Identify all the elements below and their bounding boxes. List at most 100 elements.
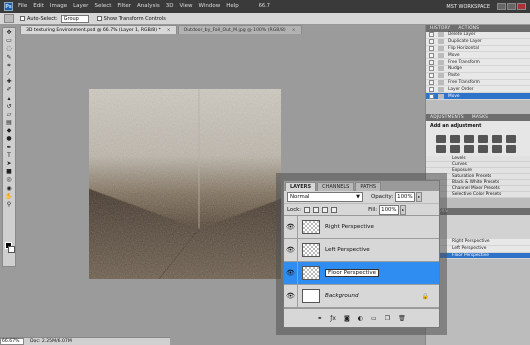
menu-view[interactable]: View	[179, 0, 192, 13]
snapshot-checkbox[interactable]	[429, 86, 434, 92]
zoom-level-field[interactable]: 66.67%	[0, 338, 24, 345]
eye-icon[interactable]: 👁	[284, 284, 298, 308]
eye-icon[interactable]: 👁	[284, 261, 298, 285]
layer-row-floor-perspective[interactable]: 👁 Floor Perspective	[284, 261, 439, 285]
menu-edit[interactable]: Edit	[33, 0, 44, 13]
marquee-tool-icon[interactable]: ▭	[4, 37, 14, 44]
close-tab-icon[interactable]: ×	[167, 28, 171, 33]
workspace-switcher[interactable]: MST WORKSPACE	[446, 4, 490, 10]
close-button[interactable]	[517, 3, 526, 10]
opacity-slider-button[interactable]: ▸	[416, 192, 423, 202]
lock-position-icon[interactable]	[322, 206, 329, 213]
lock-image-icon[interactable]	[313, 206, 320, 213]
tab-actions[interactable]: ACTIONS	[458, 26, 479, 31]
lock-transparency-icon[interactable]	[304, 206, 311, 213]
eye-icon[interactable]: 👁	[284, 215, 298, 239]
snapshot-checkbox[interactable]	[429, 45, 434, 51]
zoom-tool-icon[interactable]: ⚲	[4, 201, 14, 208]
snapshot-checkbox[interactable]	[429, 59, 434, 65]
gradient-tool-icon[interactable]: ▤	[4, 119, 14, 126]
mini-layer-item-selected[interactable]: Floor Perspective	[426, 252, 530, 260]
eye-icon[interactable]: 👁	[284, 238, 298, 262]
stamp-tool-icon[interactable]: ▴	[4, 95, 14, 102]
levels-icon[interactable]	[450, 134, 460, 143]
history-item[interactable]: Delete Layer	[426, 32, 530, 39]
layer-style-icon[interactable]: ƒx	[330, 315, 336, 322]
crop-tool-icon[interactable]: ⌗	[4, 62, 14, 69]
layer-row-left-perspective[interactable]: 👁 Left Perspective	[284, 238, 439, 262]
posterize-icon[interactable]	[506, 144, 516, 153]
auto-select-checkbox[interactable]	[20, 16, 25, 21]
blend-mode-dropdown[interactable]: Normal ▼	[287, 192, 363, 202]
snapshot-checkbox[interactable]	[429, 39, 434, 45]
type-tool-icon[interactable]: T	[4, 152, 14, 159]
dodge-tool-icon[interactable]: ●	[4, 135, 14, 142]
tab-adjustments[interactable]: ADJUSTMENTS	[430, 115, 464, 120]
menu-file[interactable]: File	[18, 0, 27, 13]
history-brush-tool-icon[interactable]: ↺	[4, 103, 14, 110]
link-layers-icon[interactable]: ⚭	[317, 315, 322, 322]
new-adjustment-icon[interactable]: ◐	[358, 315, 363, 322]
zoom-dropdown[interactable]: 66.7	[259, 0, 270, 13]
tab-outdoor[interactable]: Outdoor_by_Fall_Out_M.jpg @ 100% (RGB/8)…	[177, 25, 302, 34]
brush-tool-icon[interactable]: ✐	[4, 86, 14, 93]
layer-row-right-perspective[interactable]: 👁 Right Perspective	[284, 215, 439, 239]
menu-image[interactable]: Image	[50, 0, 67, 13]
layer-row-background[interactable]: 👁 Background 🔒	[284, 284, 439, 308]
auto-select-dropdown[interactable]: Group	[60, 14, 89, 23]
snapshot-checkbox[interactable]	[429, 79, 434, 85]
tab-masks[interactable]: MASKS	[472, 115, 488, 120]
menu-help[interactable]: Help	[226, 0, 239, 13]
snapshot-checkbox[interactable]	[429, 66, 434, 72]
history-item[interactable]: Layer Order	[426, 86, 530, 94]
document-canvas[interactable]	[89, 89, 281, 279]
menu-select[interactable]: Select	[94, 0, 111, 13]
snapshot-checkbox[interactable]	[429, 93, 434, 99]
mini-layer-item[interactable]: Left Perspective	[426, 245, 530, 253]
history-item[interactable]: Duplicate Layer	[426, 38, 530, 46]
tab-history[interactable]: HISTORY	[430, 26, 450, 31]
lasso-tool-icon[interactable]: ◌	[4, 45, 14, 52]
3d-camera-tool-icon[interactable]: ◉	[4, 185, 14, 192]
tab-channels[interactable]: CHANNELS	[317, 182, 355, 191]
menu-3d[interactable]: 3D	[166, 0, 174, 13]
move-tool-icon[interactable]	[4, 14, 14, 23]
hand-tool-icon[interactable]: ✋	[4, 193, 14, 200]
opacity-field[interactable]: 100%	[395, 192, 416, 202]
history-item-current[interactable]: Move	[426, 93, 530, 100]
black-white-icon[interactable]	[450, 144, 460, 153]
hue-saturation-icon[interactable]	[506, 134, 516, 143]
blur-tool-icon[interactable]: ◆	[4, 127, 14, 134]
photo-filter-icon[interactable]	[464, 144, 474, 153]
menu-layer[interactable]: Layer	[73, 0, 88, 13]
history-item[interactable]: Move	[426, 52, 530, 60]
minimize-button[interactable]	[497, 3, 506, 10]
tab-paths[interactable]: PATHS	[355, 182, 382, 191]
eyedropper-tool-icon[interactable]: ⁄	[4, 70, 14, 77]
menu-filter[interactable]: Filter	[117, 0, 131, 13]
history-item[interactable]: Paste	[426, 72, 530, 80]
tab-3d-texturing[interactable]: 3D texturing Environment.psd @ 66.7% (La…	[20, 25, 177, 34]
layer-name-edit-field[interactable]: Floor Perspective	[325, 269, 380, 277]
transform-controls-checkbox[interactable]	[96, 16, 102, 21]
new-group-icon[interactable]: ▭	[371, 315, 377, 322]
snapshot-checkbox[interactable]	[429, 73, 434, 79]
lock-all-icon[interactable]	[331, 206, 338, 213]
fill-slider-button[interactable]: ▸	[400, 204, 407, 215]
healing-tool-icon[interactable]: ✚	[4, 78, 14, 85]
history-item[interactable]: Free Transform	[426, 59, 530, 66]
delete-layer-icon[interactable]: 🗑	[398, 315, 406, 322]
history-item[interactable]: Flip Horizontal	[426, 45, 530, 53]
invert-icon[interactable]	[492, 144, 502, 153]
history-item[interactable]: Nudge	[426, 65, 530, 73]
tab-layers[interactable]: LAYERS	[285, 182, 317, 191]
fill-field[interactable]: 100%	[379, 204, 400, 215]
quick-select-tool-icon[interactable]: ✎	[4, 54, 14, 61]
new-layer-icon[interactable]: ❐	[385, 315, 390, 322]
brightness-icon[interactable]	[436, 134, 446, 143]
maximize-button[interactable]	[507, 3, 516, 10]
curves-icon[interactable]	[464, 134, 474, 143]
3d-rotate-tool-icon[interactable]: ◎	[4, 176, 14, 183]
exposure-icon[interactable]	[478, 134, 488, 143]
path-select-tool-icon[interactable]: ➤	[4, 160, 14, 167]
